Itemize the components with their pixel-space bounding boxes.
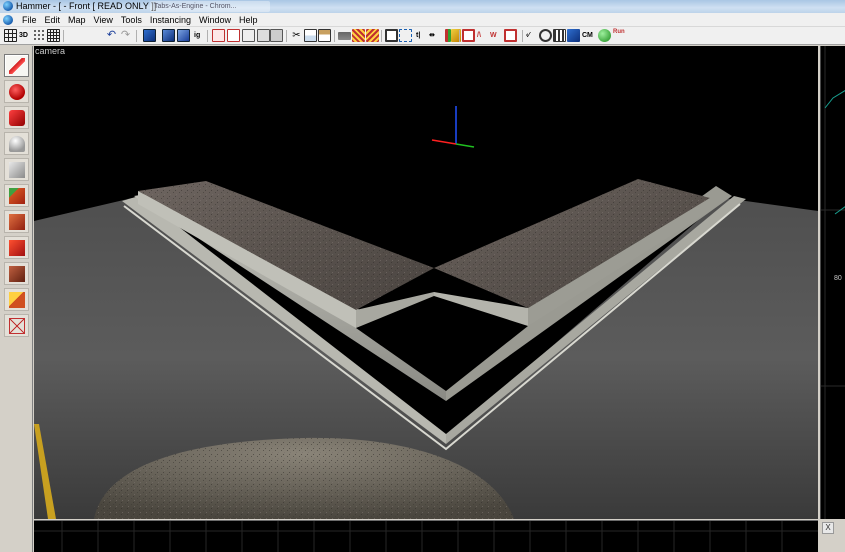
carve-icon[interactable] <box>143 29 156 42</box>
entity-tool-button[interactable] <box>4 132 29 155</box>
menu-edit[interactable]: Edit <box>41 13 65 27</box>
toolbar-separator <box>522 30 523 42</box>
apply-texture-icon <box>9 214 25 230</box>
grid-icon[interactable] <box>4 29 17 42</box>
toolbar-separator <box>381 30 382 42</box>
overlay-tool-icon <box>9 266 25 282</box>
selection-tool-button[interactable] <box>4 54 29 77</box>
block-tool-button[interactable] <box>4 158 29 181</box>
viewport-corner: X <box>818 519 845 552</box>
cubemap-icon[interactable] <box>553 29 566 42</box>
hide-selected-icon[interactable] <box>212 29 225 42</box>
menu-bar: File Edit Map View Tools Instancing Wind… <box>0 13 845 27</box>
axis-y <box>455 143 475 148</box>
visgroup-icon[interactable] <box>270 29 283 42</box>
toolbar-separator <box>286 30 287 42</box>
clipping-tool-icon <box>9 292 25 308</box>
texture-lock-icon[interactable] <box>338 32 351 40</box>
main-toolbar: 3D ↶ ↷ ig ✂ t| ⇹ /\ W ‹⁄ CM Run <box>0 27 845 45</box>
magnify-tool-icon <box>9 84 25 100</box>
block-tool-icon <box>9 162 25 178</box>
menu-view[interactable]: View <box>90 13 117 27</box>
show-all-hidden-icon[interactable] <box>257 29 270 42</box>
menu-instancing[interactable]: Instancing <box>146 13 195 27</box>
document-icon[interactable] <box>3 15 13 25</box>
group-icon[interactable] <box>162 29 175 42</box>
magnify-tool-button[interactable] <box>4 80 29 103</box>
decals-icon[interactable]: ‹⁄ <box>526 29 530 42</box>
texture-scale-lock-icon[interactable] <box>352 29 365 42</box>
map-props-icon[interactable]: /\ <box>477 29 481 42</box>
compile-icon[interactable] <box>462 29 475 42</box>
selection-tool-icon <box>9 58 25 74</box>
title-bar: Hammer - [ - Front [ READ ONLY ]] Tabs-A… <box>0 0 845 13</box>
menu-tools[interactable]: Tools <box>117 13 146 27</box>
flip-horizontal-icon[interactable]: t| <box>416 29 420 42</box>
camera-tool-button[interactable] <box>4 106 29 129</box>
entity-tool-icon <box>9 136 25 152</box>
bottom-viewport[interactable] <box>34 520 818 552</box>
cut-icon[interactable]: ✂ <box>290 29 303 42</box>
hammer-app-icon <box>3 1 13 11</box>
cordon-icon[interactable] <box>567 29 580 42</box>
background-browser-tab: Tabs-As-Engine - Chrom... <box>150 1 270 12</box>
viewport-label[interactable]: camera <box>35 46 65 56</box>
decal-tool-icon <box>9 240 25 256</box>
normals-icon[interactable] <box>504 29 517 42</box>
show-all-icon[interactable] <box>227 29 240 42</box>
vertex-tool-icon <box>9 318 25 334</box>
flip-vertical-icon[interactable]: ⇹ <box>429 29 435 42</box>
menu-help[interactable]: Help <box>235 13 262 27</box>
paste-icon[interactable] <box>318 29 331 42</box>
ignore-groups-icon[interactable]: ig <box>194 29 200 42</box>
menu-items: File Edit Map View Tools Instancing Wind… <box>18 13 261 27</box>
entity-lock-icon[interactable] <box>366 29 379 42</box>
tools-panel <box>0 46 33 552</box>
toolbar-separator <box>207 30 208 42</box>
toolbar-separator <box>334 30 335 42</box>
3d-scene <box>34 106 818 519</box>
camera-tool-icon <box>9 110 25 126</box>
decal-tool-button[interactable] <box>4 236 29 259</box>
window-title: Hammer - [ - Front [ READ ONLY ]] <box>16 1 157 11</box>
camera-viewport[interactable]: camera <box>34 46 818 519</box>
menu-map[interactable]: Map <box>64 13 90 27</box>
menu-window[interactable]: Window <box>195 13 235 27</box>
select-icon[interactable] <box>399 29 412 42</box>
toolbar-separator <box>459 30 460 42</box>
toolbar-separator <box>136 30 137 42</box>
hide-unselected-icon[interactable] <box>242 29 255 42</box>
select-all-icon[interactable] <box>385 29 398 42</box>
menu-file[interactable]: File <box>18 13 41 27</box>
undo-icon[interactable]: ↶ <box>105 29 118 42</box>
ortho-coordinate: 80 <box>834 275 842 282</box>
ungroup-icon[interactable] <box>177 29 190 42</box>
close-view-button[interactable]: X <box>822 522 834 534</box>
texture-application-icon <box>9 188 25 204</box>
side-viewport[interactable]: 80 <box>820 46 845 519</box>
grid-large-icon[interactable] <box>47 29 60 42</box>
grid-dots-icon[interactable] <box>33 29 46 42</box>
leak-icon[interactable] <box>598 29 611 42</box>
3d-grid-icon[interactable]: 3D <box>19 29 28 42</box>
redo-icon[interactable]: ↷ <box>119 29 132 42</box>
clipping-tool-button[interactable] <box>4 288 29 311</box>
wireframe-icon[interactable]: W <box>490 29 497 42</box>
run-map-button[interactable]: Run <box>613 29 627 36</box>
axis-x <box>431 139 457 145</box>
texture-application-button[interactable] <box>4 184 29 207</box>
ortho-grid <box>821 46 845 519</box>
model-icon[interactable] <box>539 29 552 42</box>
hammer-window: Hammer - [ - Front [ READ ONLY ]] Tabs-A… <box>0 0 845 552</box>
overlay-tool-button[interactable] <box>4 262 29 285</box>
apply-texture-button[interactable] <box>4 210 29 233</box>
bottom-grid <box>34 521 818 552</box>
vertex-tool-button[interactable] <box>4 314 29 337</box>
cm-button[interactable]: CM <box>582 29 593 42</box>
toolbar-separator <box>63 30 64 42</box>
copy-icon[interactable] <box>304 29 317 42</box>
